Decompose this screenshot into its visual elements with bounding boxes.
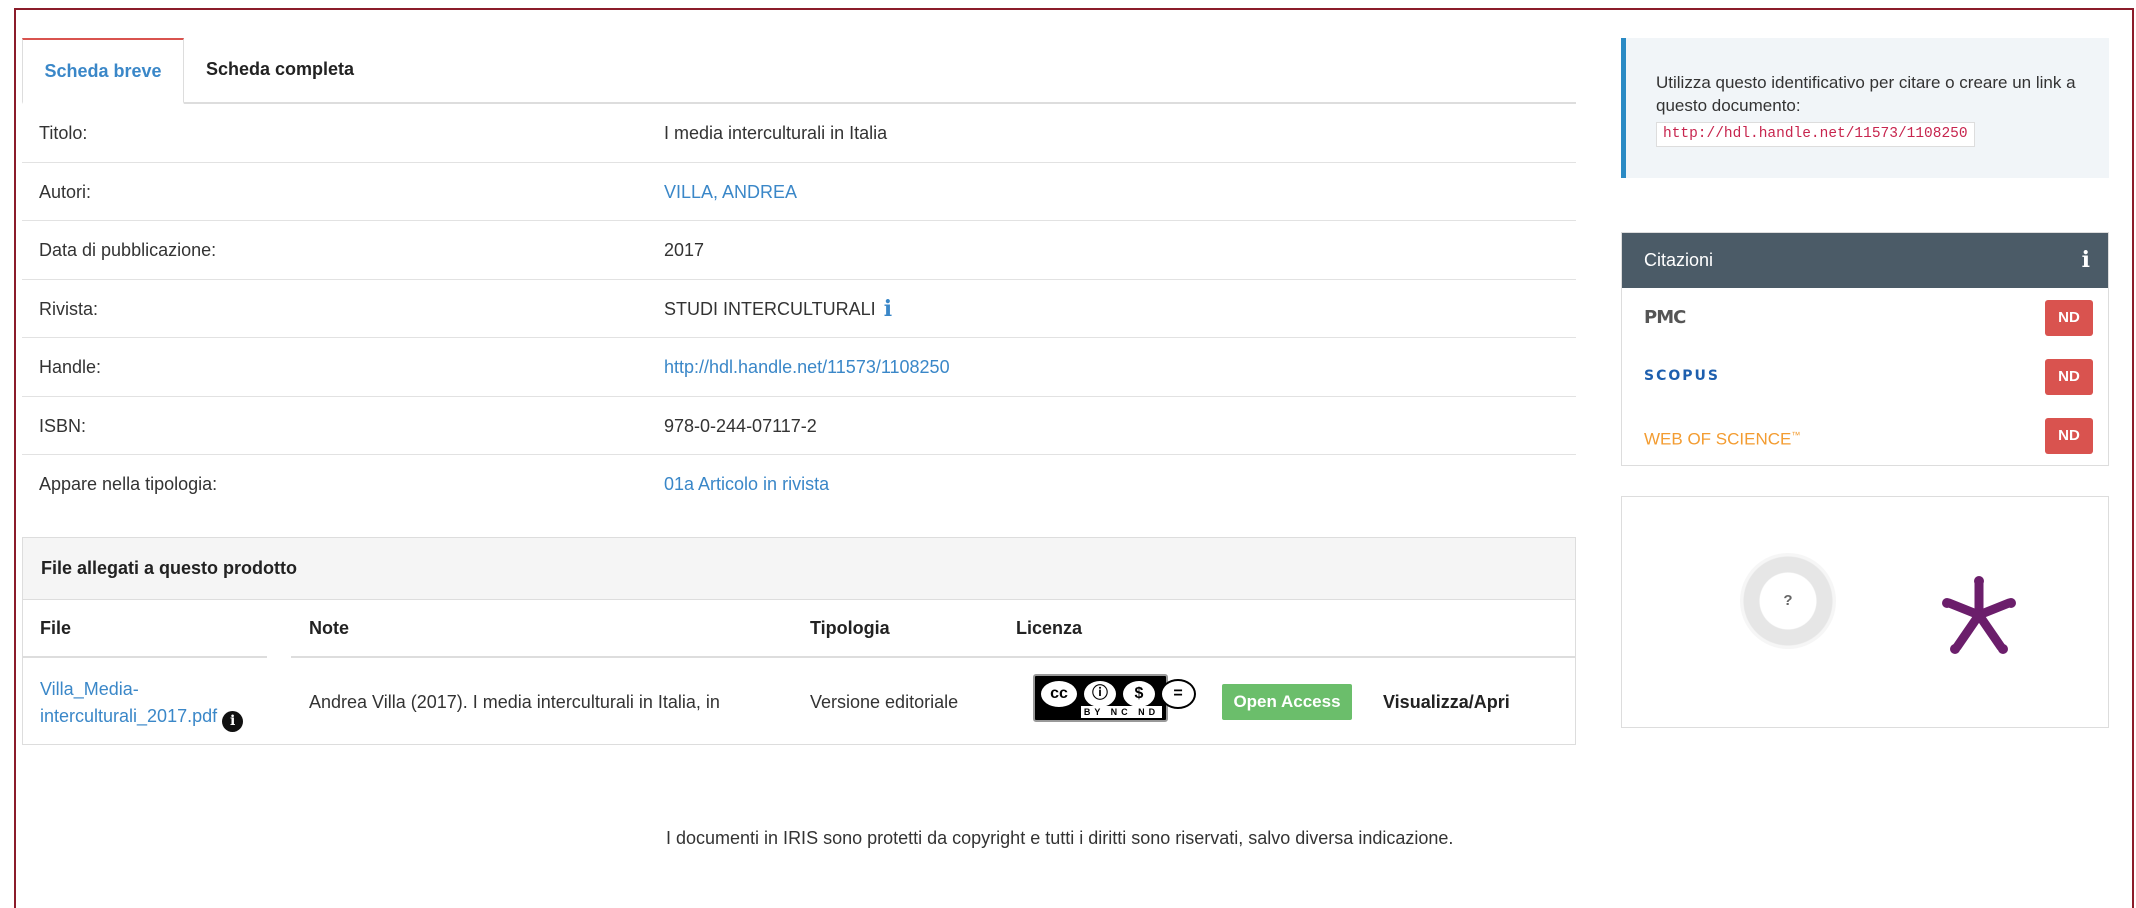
citation-row-wos: WEB OF SCIENCE™ ND: [1622, 406, 2108, 465]
metadata-row-isbn: ISBN: 978-0-244-07117-2: [22, 397, 1576, 455]
metadata-value: I media interculturali in Italia: [664, 123, 888, 143]
journal-name: STUDI INTERCULTURALI: [664, 298, 876, 319]
wos-name: WEB OF SCIENCE: [1644, 429, 1792, 449]
view-open-button[interactable]: Visualizza/Apri: [1383, 692, 1510, 713]
divider: [23, 656, 267, 658]
metadata-label: ISBN:: [39, 415, 87, 436]
tab-scheda-completa[interactable]: Scheda completa: [184, 38, 376, 104]
column-header-note: Note: [309, 618, 349, 638]
metadata-label: Titolo:: [39, 123, 88, 143]
nd-badge: ND: [2045, 418, 2093, 454]
citations-title: Citazioni: [1644, 250, 1714, 270]
file-name-line1: Villa_Media-: [40, 679, 139, 699]
file-link[interactable]: Villa_Media-interculturali_2017.pdf: [40, 679, 217, 726]
tab-scheda-breve[interactable]: Scheda breve: [22, 38, 184, 104]
column-header-licenza: Licenza: [1016, 618, 1083, 638]
file-name-line2: interculturali_2017.pdf: [40, 706, 218, 726]
citation-row-scopus: SCOPUS ND: [1622, 347, 2108, 406]
tipologia-link[interactable]: 01a Articolo in rivista: [664, 455, 829, 513]
info-icon[interactable]: i: [2082, 233, 2090, 288]
metadata-label: Data di pubblicazione:: [39, 240, 217, 260]
metadata-label: Rivista:: [39, 298, 99, 319]
metadata-row-titolo: Titolo: I media interculturali in Italia: [22, 104, 1576, 163]
nd-badge: ND: [2045, 300, 2093, 336]
metadata-row-data: Data di pubblicazione: 2017: [22, 221, 1576, 280]
author-link[interactable]: VILLA, ANDREA: [664, 163, 797, 221]
cite-box: Utilizza questo identificativo per citar…: [1621, 38, 2109, 178]
metrics-panel: ?: [1621, 496, 2109, 728]
cite-url[interactable]: http://hdl.handle.net/11573/1108250: [1656, 122, 1975, 147]
metadata-row-tipologia: Appare nella tipologia: 01a Articolo in …: [22, 455, 1576, 514]
cite-text: Utilizza questo identificativo per citar…: [1656, 73, 2076, 115]
metadata-row-autori: Autori: VILLA, ANDREA: [22, 163, 1576, 221]
tab-bar: Scheda breve Scheda completa: [22, 38, 1576, 104]
metadata-label: Autori:: [39, 181, 92, 202]
metadata-value: 2017: [664, 240, 705, 260]
pmc-logo: PMC: [1644, 307, 1686, 328]
metadata-label: Appare nella tipologia:: [39, 474, 218, 494]
nd-badge: ND: [2045, 359, 2093, 395]
scopus-logo: SCOPUS: [1644, 368, 1720, 384]
files-panel-title: File allegati a questo prodotto: [23, 538, 1575, 600]
metadata-table: Titolo: I media interculturali in Italia…: [22, 104, 1576, 514]
file-note: Andrea Villa (2017). I media intercultur…: [309, 692, 720, 712]
divider: [291, 656, 1575, 658]
cc-icon: cc: [1039, 679, 1079, 709]
column-header-file: File: [40, 618, 72, 638]
citation-row-pmc: PMC ND: [1622, 288, 2108, 347]
plumx-icon[interactable]: [1937, 573, 2021, 657]
citations-header: Citazioni i: [1622, 233, 2108, 288]
info-icon[interactable]: i: [884, 280, 892, 338]
web-of-science-logo: WEB OF SCIENCE™: [1644, 406, 1800, 469]
metadata-row-handle: Handle: http://hdl.handle.net/11573/1108…: [22, 338, 1576, 397]
metadata-value-wrap: STUDI INTERCULTURALI i: [664, 280, 892, 338]
metadata-row-rivista: Rivista: STUDI INTERCULTURALI i: [22, 280, 1576, 338]
metadata-value: 978-0-244-07117-2: [664, 415, 817, 436]
license-text: BY NC ND: [1081, 706, 1162, 718]
citations-panel: Citazioni i PMC ND SCOPUS ND WEB OF SCIE…: [1621, 232, 2109, 466]
column-header-tipologia: Tipologia: [810, 618, 890, 638]
handle-link[interactable]: http://hdl.handle.net/11573/1108250: [664, 338, 950, 396]
by-icon: ⓘ: [1082, 679, 1118, 709]
file-cell: Villa_Media-interculturali_2017.pdf i: [40, 676, 244, 732]
copyright-note: I documenti in IRIS sono protetti da cop…: [666, 828, 1454, 848]
metadata-label: Handle:: [39, 357, 102, 377]
altmetric-score: ?: [1783, 592, 1793, 609]
cc-license-badge[interactable]: cc ⓘ $ = BY NC ND: [1033, 674, 1196, 722]
nc-icon: $: [1121, 679, 1157, 709]
info-circle-icon[interactable]: i: [222, 711, 244, 732]
altmetric-donut-icon[interactable]: ?: [1740, 553, 1836, 649]
file-tipologia: Versione editoriale: [810, 692, 959, 712]
open-access-badge: Open Access: [1222, 684, 1352, 720]
files-panel: File allegati a questo prodotto File Not…: [22, 537, 1576, 745]
wos-trademark: ™: [1791, 430, 1801, 440]
nd-icon: =: [1160, 679, 1196, 709]
